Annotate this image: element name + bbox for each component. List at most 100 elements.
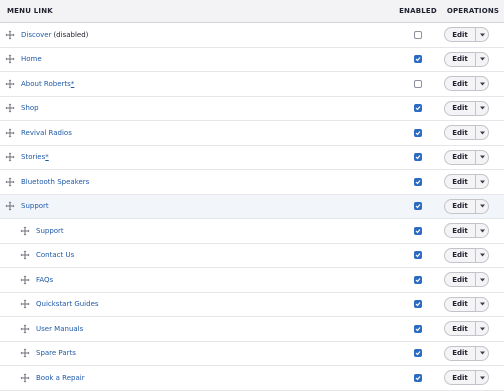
enabled-checkbox[interactable] [414, 104, 422, 113]
edit-button[interactable]: Edit [445, 248, 476, 262]
enabled-checkbox[interactable] [414, 55, 422, 64]
edit-button[interactable]: Edit [445, 150, 476, 164]
edit-button[interactable]: Edit [445, 101, 476, 115]
enabled-checkbox[interactable] [414, 275, 422, 284]
enabled-cell [392, 55, 444, 64]
operations-cell: Edit [444, 27, 504, 43]
chevron-down-icon[interactable] [476, 28, 488, 41]
menu-link[interactable]: FAQs [36, 276, 53, 284]
drag-handle-icon[interactable] [3, 199, 17, 213]
changed-marker: * [70, 79, 75, 88]
menu-link[interactable]: User Manuals [36, 325, 83, 333]
drag-handle-icon[interactable] [3, 126, 17, 140]
operations-cell: Edit [444, 149, 504, 165]
table-row: About Roberts * Edit [0, 72, 504, 97]
chevron-down-icon[interactable] [476, 298, 488, 311]
chevron-down-icon[interactable] [476, 151, 488, 164]
edit-button[interactable]: Edit [445, 77, 476, 91]
enabled-checkbox[interactable] [414, 128, 422, 137]
drag-handle-icon[interactable] [18, 273, 32, 287]
drag-handle-icon[interactable] [18, 346, 32, 360]
enabled-cell [392, 202, 444, 211]
chevron-down-icon[interactable] [476, 175, 488, 188]
enabled-cell [392, 30, 444, 39]
enabled-checkbox[interactable] [414, 349, 422, 358]
edit-button[interactable]: Edit [445, 273, 476, 287]
menu-link[interactable]: Stories [21, 153, 45, 161]
drag-handle-icon[interactable] [3, 150, 17, 164]
menu-link-cell: Revival Radios [0, 126, 392, 140]
menu-link[interactable]: Shop [21, 104, 39, 112]
enabled-checkbox[interactable] [414, 30, 422, 39]
chevron-down-icon[interactable] [476, 53, 488, 66]
table-row: Discover (disabled) Edit [0, 23, 504, 48]
menu-link[interactable]: Revival Radios [21, 129, 72, 137]
chevron-down-icon[interactable] [476, 224, 488, 237]
edit-button[interactable]: Edit [445, 346, 476, 360]
operations-dropbutton: Edit [444, 345, 489, 361]
column-header-enabled: ENABLED [399, 7, 437, 15]
chevron-down-icon[interactable] [476, 200, 488, 213]
menu-link-cell: Book a Repair [0, 371, 392, 385]
drag-handle-icon[interactable] [3, 175, 17, 189]
menu-link[interactable]: Contact Us [36, 251, 74, 259]
drag-handle-icon[interactable] [3, 52, 17, 66]
checkmark-icon [415, 351, 421, 356]
drag-handle-icon[interactable] [18, 248, 32, 262]
edit-button[interactable]: Edit [445, 322, 476, 336]
enabled-checkbox[interactable] [414, 373, 422, 382]
operations-dropbutton: Edit [444, 272, 489, 288]
drag-handle-icon[interactable] [18, 224, 32, 238]
chevron-down-icon[interactable] [476, 126, 488, 139]
menu-link[interactable]: Spare Parts [36, 349, 76, 357]
edit-button[interactable]: Edit [445, 371, 476, 385]
menu-link[interactable]: Book a Repair [36, 374, 85, 382]
edit-button[interactable]: Edit [445, 126, 476, 140]
edit-button[interactable]: Edit [445, 199, 476, 213]
enabled-cell [392, 177, 444, 186]
drag-handle-icon[interactable] [3, 77, 17, 91]
menu-link[interactable]: Support [21, 202, 49, 210]
edit-button[interactable]: Edit [445, 297, 476, 311]
menu-link[interactable]: Support [36, 227, 64, 235]
menu-link[interactable]: About Roberts [21, 80, 71, 88]
enabled-checkbox[interactable] [414, 202, 422, 211]
table-body: Discover (disabled) Edit Home Edit About Robe… [0, 23, 504, 391]
chevron-down-icon[interactable] [476, 371, 488, 384]
enabled-checkbox[interactable] [414, 177, 422, 186]
operations-cell: Edit [444, 51, 504, 67]
enabled-checkbox[interactable] [414, 251, 422, 260]
edit-button[interactable]: Edit [445, 175, 476, 189]
edit-button[interactable]: Edit [445, 52, 476, 66]
chevron-down-icon[interactable] [476, 77, 488, 90]
enabled-checkbox[interactable] [414, 226, 422, 235]
chevron-down-icon[interactable] [476, 322, 488, 335]
drag-handle-icon[interactable] [18, 322, 32, 336]
drag-handle-icon[interactable] [18, 371, 32, 385]
enabled-cell [392, 104, 444, 113]
drag-handle-icon[interactable] [3, 101, 17, 115]
enabled-cell [392, 324, 444, 333]
enabled-checkbox[interactable] [414, 324, 422, 333]
drag-handle-icon[interactable] [18, 297, 32, 311]
drag-handle-icon[interactable] [3, 28, 17, 42]
menu-link[interactable]: Discover [21, 31, 51, 39]
enabled-checkbox[interactable] [414, 79, 422, 88]
edit-button[interactable]: Edit [445, 224, 476, 238]
menu-link[interactable]: Bluetooth Speakers [21, 178, 89, 186]
operations-cell: Edit [444, 370, 504, 386]
table-row: Revival Radios Edit [0, 121, 504, 146]
menu-link[interactable]: Home [21, 55, 42, 63]
menu-link[interactable]: Quickstart Guides [36, 300, 99, 308]
operations-cell: Edit [444, 247, 504, 263]
chevron-down-icon[interactable] [476, 249, 488, 262]
chevron-down-icon[interactable] [476, 273, 488, 286]
enabled-checkbox[interactable] [414, 300, 422, 309]
enabled-checkbox[interactable] [414, 153, 422, 162]
operations-dropbutton: Edit [444, 174, 489, 190]
edit-button[interactable]: Edit [445, 28, 476, 42]
chevron-down-icon[interactable] [476, 102, 488, 115]
chevron-down-icon[interactable] [476, 347, 488, 360]
operations-cell: Edit [444, 125, 504, 141]
menu-link-cell: User Manuals [0, 322, 392, 336]
